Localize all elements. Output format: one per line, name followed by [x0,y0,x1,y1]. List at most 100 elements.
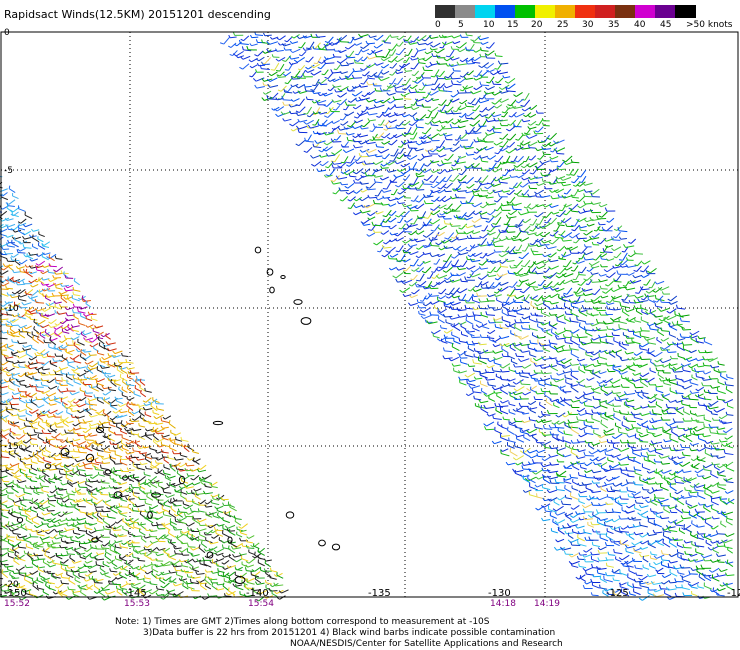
wind-barb [413,217,419,225]
wind-barb [486,244,491,247]
wind-barb [589,370,593,375]
wind-barb [565,155,573,163]
wind-barb [509,265,512,269]
wind-barb [529,354,537,358]
wind-barb [417,203,425,210]
wind-barb [606,305,608,310]
wind-barb [403,38,406,42]
wind-barb [621,307,624,312]
wind-barb [431,237,436,239]
wind-barb [282,99,292,101]
wind-barb [530,300,533,306]
wind-barb [466,73,470,76]
wind-barb [269,84,279,88]
wind-barb [542,254,545,258]
wind-barb [673,370,683,373]
wind-barb [334,148,343,156]
wind-barb [499,62,509,65]
wind-barb [474,132,482,135]
wind-barb [289,40,293,44]
wind-barb [522,220,526,224]
wind-barb [576,416,579,421]
wind-barb [367,52,371,56]
wind-barb [438,292,442,295]
wind-barb [529,181,539,184]
wind-barb [240,43,249,45]
wind-barb [415,200,420,203]
wind-barb [427,109,432,113]
wind-barb [386,136,391,140]
wind-barb [613,300,620,303]
wind-barb [494,166,498,169]
wind-barb [361,162,365,166]
wind-barb [381,76,390,82]
wind-barb [380,119,385,126]
wind-barb [258,56,265,62]
wind-barb [643,274,650,278]
wind-barb [403,92,410,97]
wind-barb [486,413,490,417]
wind-barb [433,111,439,119]
wind-barb [718,439,722,443]
wind-barb [500,286,509,292]
wind-barb [433,335,440,339]
wind-barb [458,63,468,66]
wind-barb [472,368,475,371]
wind-barb [415,232,419,235]
wind-barb [508,162,516,164]
wind-barb [620,384,623,388]
wind-barb [562,333,565,338]
wind-barb [540,280,545,286]
wind-barb [549,234,554,237]
wind-barb [537,392,545,395]
wind-barb [663,475,666,480]
wind-barb [438,120,442,124]
wind-barb [410,278,414,281]
wind-barb [402,178,407,181]
wind-barb [529,428,538,434]
wind-barb [378,77,382,81]
wind-barb [347,199,351,202]
wind-barb [406,223,410,228]
wind-barb [645,290,650,294]
wind-barb [486,241,489,245]
wind-barb [320,83,328,86]
wind-barb [494,106,498,109]
wind-barb [705,398,712,401]
wind-barb [430,121,432,126]
wind-barb [287,77,293,84]
wind-barb [466,34,473,37]
wind-barb [656,336,658,340]
wind-barb [697,495,706,500]
wind-barb [367,194,370,199]
wind-barb [559,210,566,217]
wind-barb [546,409,550,414]
wind-barb [600,419,603,424]
wind-barb [577,210,581,214]
wind-barb [339,199,343,202]
wind-barb [407,243,411,247]
wind-barb [570,507,574,510]
wind-barb [395,125,398,129]
wind-barb [414,206,418,210]
wind-barb [634,496,641,499]
wind-barb [633,250,636,254]
wind-barb [381,141,385,145]
wind-barb [592,363,596,367]
wind-barb [540,172,543,176]
wind-barb [428,237,431,241]
wind-barb [561,295,563,300]
wind-barb [573,168,579,176]
wind-barb [383,241,387,245]
wind-barb [443,186,447,189]
wind-barb [495,317,503,321]
wind-barb [505,461,509,466]
wind-barb [405,238,413,244]
wind-barb [599,251,604,254]
wind-barb [519,318,523,323]
wind-barb [422,82,425,86]
wind-barb [499,261,503,264]
wind-barb [464,354,474,358]
wind-barb [396,106,405,109]
wind-barb [696,473,699,477]
